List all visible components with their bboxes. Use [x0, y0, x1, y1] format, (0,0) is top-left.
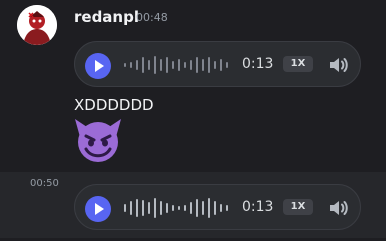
voice-duration: 0:13: [242, 56, 274, 72]
message-timestamp: 00:50: [30, 178, 59, 189]
play-icon: [95, 203, 104, 215]
avatar-image: [17, 5, 57, 45]
voice-message-player: 0:13 1X: [74, 41, 361, 87]
play-icon: [95, 60, 104, 72]
chat-view: redanpl 00:48 0:13 1X XDDDDDD 00:50 0:13…: [0, 0, 386, 241]
username[interactable]: redanpl: [74, 8, 139, 26]
volume-button[interactable]: [327, 197, 349, 223]
avatar[interactable]: [17, 5, 57, 45]
volume-icon: [330, 201, 348, 215]
message-text: XDDDDDD: [74, 96, 154, 114]
play-button[interactable]: [85, 53, 111, 79]
playback-speed-button[interactable]: 1X: [283, 56, 313, 72]
playback-speed-button[interactable]: 1X: [283, 199, 313, 215]
smiling-imp-emoji-icon[interactable]: [73, 117, 123, 167]
waveform[interactable]: [124, 195, 232, 221]
waveform[interactable]: [124, 52, 232, 78]
play-button[interactable]: [85, 196, 111, 222]
volume-icon: [330, 58, 348, 72]
voice-message-player: 0:13 1X: [74, 184, 361, 230]
volume-button[interactable]: [327, 54, 349, 80]
message-timestamp: 00:48: [136, 11, 168, 24]
voice-duration: 0:13: [242, 199, 274, 215]
